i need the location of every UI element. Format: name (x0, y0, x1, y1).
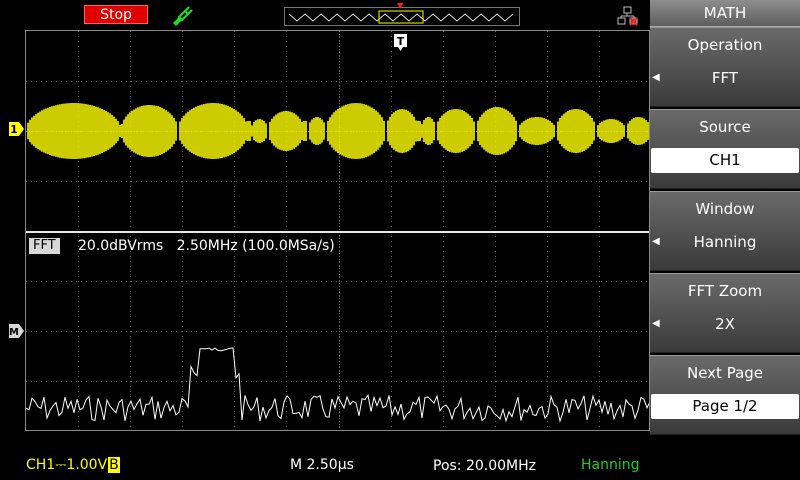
fft-window-status: Hanning (581, 457, 640, 473)
ch1-volts: 1.00V (66, 457, 108, 473)
scope-display[interactable]: FFT 20.0dBVrms 2.50MHz (100.0MSa/s) (25, 30, 650, 431)
menu-title: MATH (650, 0, 800, 27)
menu-item-window[interactable]: Window ◀ Hanning (650, 191, 800, 271)
menu-item-next-page[interactable]: Next Page Page 1/2 (650, 355, 800, 435)
network-icon (617, 6, 638, 26)
menu-item-label: Next Page (686, 364, 764, 382)
menu-item-value: Hanning (693, 233, 757, 251)
horizontal-position-readout: Pos: 20.00MHz (433, 458, 537, 474)
ch1-trace (27, 103, 649, 159)
menu-item-value: CH1 (651, 148, 799, 173)
menu-item-value: 2X (715, 315, 735, 333)
bandwidth-limit-badge: B (108, 457, 120, 473)
math-marker-label: M (9, 327, 19, 338)
run-stop-indicator[interactable]: Stop (84, 5, 148, 24)
trigger-marker-label: T (397, 35, 405, 48)
menu-item-label: Source (699, 118, 751, 136)
fft-trace (26, 347, 649, 423)
menu-item-label: Window (695, 200, 755, 218)
menu-item-value: FFT (711, 69, 739, 87)
menu-item-label: Operation (687, 36, 763, 54)
math-offset-marker[interactable]: M (9, 324, 24, 338)
fft-scale-info: 20.0dBVrms 2.50MHz (100.0MSa/s) (78, 238, 335, 254)
probe-icon (173, 6, 193, 26)
ch1-label: CH1 (26, 457, 56, 473)
trigger-indicator-icon: ▼ (397, 1, 404, 10)
ch1-marker-label: 1 (10, 123, 18, 136)
menu-item-fft-zoom[interactable]: FFT Zoom ◀ 2X (650, 273, 800, 353)
trigger-icon: T (394, 34, 407, 51)
dc-coupling-icon: ⎓ (55, 457, 67, 473)
menu-item-operation[interactable]: Operation ◀ FFT (650, 27, 800, 107)
fft-divider (26, 231, 649, 233)
fft-label: FFT (29, 238, 60, 254)
waveform-overview (288, 10, 514, 24)
math-menu: MATH Operation ◀ FFT Source CH1 Window ◀… (650, 0, 800, 480)
ch1-offset-marker[interactable]: 1 (9, 122, 24, 136)
menu-item-label: FFT Zoom (687, 282, 763, 300)
timebase-readout[interactable]: M 2.50μs (290, 457, 354, 473)
menu-item-source[interactable]: Source CH1 (650, 109, 800, 189)
ch1-scale[interactable]: CH1⎓1.00V B (26, 457, 120, 473)
menu-item-value: Page 1/2 (651, 394, 799, 419)
